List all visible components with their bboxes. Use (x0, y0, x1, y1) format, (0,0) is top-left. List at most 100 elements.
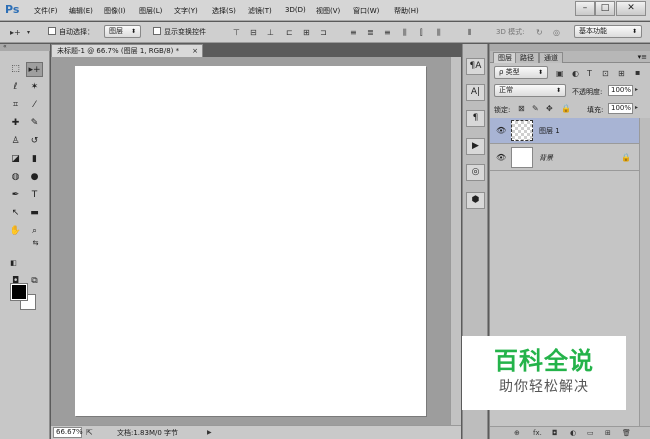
rectangle-tool-icon[interactable]: ▬ (26, 206, 43, 221)
default-colors-icon[interactable]: ◧ (5, 256, 22, 271)
panel-menu-icon[interactable]: ▾≡ (638, 53, 647, 61)
align-left-icon[interactable]: ⊏ (286, 28, 293, 38)
distribute-hcenter-icon[interactable]: ⫿ (420, 28, 423, 38)
layer-style-icon[interactable]: fx. (533, 429, 542, 437)
fill-dropdown-icon[interactable]: ▸ (635, 103, 638, 113)
lock-position-icon[interactable]: ✥ (546, 104, 553, 114)
share-icon[interactable]: ⇱ (86, 428, 93, 438)
visibility-eye-icon[interactable]: 👁 (496, 126, 506, 135)
tab-paths[interactable]: 路径 (515, 52, 539, 63)
clone-stamp-tool-icon[interactable]: ♙ (7, 134, 24, 149)
align-hcenter-icon[interactable]: ⊞ (303, 28, 310, 38)
3d-roll-icon[interactable]: ◎ (553, 28, 560, 38)
lasso-tool-icon[interactable]: ℓ (7, 80, 24, 95)
healing-brush-tool-icon[interactable]: ✚ (7, 116, 24, 131)
opacity-dropdown-icon[interactable]: ▸ (635, 85, 638, 95)
delete-layer-icon[interactable]: 🗑 (622, 429, 631, 437)
blend-mode-dropdown[interactable]: 正常 ⬍ (494, 84, 566, 97)
align-bottom-icon[interactable]: ⊥ (267, 28, 274, 38)
character-panel-icon[interactable]: ¶A (466, 58, 485, 75)
eyedropper-tool-icon[interactable]: ⁄ (26, 98, 43, 113)
foreground-color-swatch[interactable] (10, 283, 28, 301)
magic-wand-tool-icon[interactable]: ✶ (26, 80, 43, 95)
move-tool-icon[interactable]: ▸+ (26, 62, 43, 77)
chevron-down-icon[interactable]: ▾ (27, 28, 30, 38)
show-transform-checkbox[interactable]: 显示变换控件 (153, 27, 206, 37)
zoom-level-field[interactable]: 66.67% (53, 427, 83, 438)
align-top-icon[interactable]: ⊤ (233, 28, 240, 38)
link-layers-icon[interactable]: ⊕ (514, 429, 520, 437)
menu-edit[interactable]: 编辑(E) (69, 6, 93, 16)
align-vcenter-icon[interactable]: ⊟ (250, 28, 257, 38)
minimize-button[interactable]: – (575, 1, 595, 16)
swap-colors-icon[interactable]: ⇆ (27, 236, 44, 251)
opacity-field[interactable]: 100% (608, 85, 633, 96)
filter-adjustment-icon[interactable]: ◐ (572, 69, 579, 79)
dodge-tool-icon[interactable]: ● (26, 170, 43, 185)
lock-transparent-icon[interactable]: ⊠ (518, 104, 525, 114)
checkbox-icon[interactable] (48, 27, 56, 35)
filter-toggle-icon[interactable]: ▪ (635, 68, 640, 78)
brush-tool-icon[interactable]: ✎ (26, 116, 43, 131)
3d-panel-icon[interactable]: ⬢ (466, 192, 485, 209)
fill-field[interactable]: 100% (608, 103, 633, 114)
filter-type-icon[interactable]: T (587, 69, 592, 79)
menu-image[interactable]: 图像(I) (104, 6, 126, 16)
document-tab[interactable]: 未标题-1 @ 66.7% (图层 1, RGB/8) * × (51, 44, 203, 57)
filter-shape-icon[interactable]: ⊡ (602, 69, 609, 79)
layer-row[interactable]: 👁 图层 1 (490, 118, 639, 144)
panel-collapse-handle[interactable]: « (0, 44, 50, 51)
status-menu-arrow-icon[interactable]: ▶ (207, 428, 212, 438)
path-selection-tool-icon[interactable]: ↖ (7, 206, 24, 221)
visibility-eye-icon[interactable]: 👁 (496, 153, 506, 162)
gradient-tool-icon[interactable]: ▮ (26, 152, 43, 167)
distribute-right-icon[interactable]: ⫼ (437, 28, 441, 38)
menu-help[interactable]: 帮助(H) (394, 6, 419, 16)
3d-rotate-icon[interactable]: ↻ (536, 28, 543, 38)
marquee-tool-icon[interactable]: ⬚ (7, 62, 24, 77)
layers-scrollbar[interactable] (639, 118, 650, 426)
menu-file[interactable]: 文件(F) (34, 6, 58, 16)
new-layer-icon[interactable]: ⊞ (605, 429, 611, 437)
menu-3d[interactable]: 3D(D) (285, 6, 306, 14)
distribute-bottom-icon[interactable]: ≡ (384, 28, 391, 38)
menu-window[interactable]: 窗口(W) (353, 6, 379, 16)
history-brush-tool-icon[interactable]: ↺ (26, 134, 43, 149)
layer-row[interactable]: 👁 背景 🔒 (490, 145, 639, 171)
auto-select-dropdown[interactable]: 图层 ⬍ (104, 25, 141, 38)
filter-pixel-icon[interactable]: ▣ (556, 69, 564, 79)
type-panel-icon[interactable]: A| (466, 84, 485, 101)
lock-image-icon[interactable]: ✎ (532, 104, 539, 114)
tab-channels[interactable]: 通道 (539, 52, 563, 63)
layer-filter-dropdown[interactable]: ρ 类型 ⬍ (494, 66, 548, 79)
actions-panel-icon[interactable]: ▶ (466, 138, 485, 155)
screen-mode-icon[interactable]: ⧉ (26, 274, 43, 289)
distribute-top-icon[interactable]: ≡ (350, 28, 357, 38)
menu-type[interactable]: 文字(Y) (174, 6, 198, 16)
auto-align-icon[interactable]: ⦀ (468, 28, 472, 38)
adjustment-layer-icon[interactable]: ◐ (570, 429, 576, 437)
align-right-icon[interactable]: ⊐ (320, 28, 327, 38)
add-mask-icon[interactable]: ◘ (552, 429, 558, 437)
menu-select[interactable]: 选择(S) (212, 6, 236, 16)
move-tool-preset-icon[interactable]: ▸+ (10, 28, 21, 38)
lock-all-icon[interactable]: 🔒 (561, 104, 571, 114)
crop-tool-icon[interactable]: ⌗ (7, 98, 24, 113)
eraser-tool-icon[interactable]: ◪ (7, 152, 24, 167)
styles-panel-icon[interactable]: ◎ (466, 164, 485, 181)
new-group-icon[interactable]: ▭ (587, 429, 594, 437)
close-tab-icon[interactable]: × (192, 45, 198, 57)
filter-smart-object-icon[interactable]: ⊞ (618, 69, 625, 79)
maximize-button[interactable]: □ (595, 1, 615, 16)
distribute-left-icon[interactable]: ⫼ (403, 28, 407, 38)
pen-tool-icon[interactable]: ✒ (7, 188, 24, 203)
menu-filter[interactable]: 滤镜(T) (248, 6, 272, 16)
auto-select-checkbox[interactable]: 自动选择： (48, 27, 94, 37)
document-canvas[interactable] (75, 66, 426, 416)
type-tool-icon[interactable]: T (26, 188, 43, 203)
workspace-dropdown[interactable]: 基本功能 ⬍ (574, 25, 642, 38)
hand-tool-icon[interactable]: ✋ (7, 224, 24, 239)
vertical-scrollbar[interactable] (450, 57, 461, 425)
paragraph-panel-icon[interactable]: ¶ (466, 110, 485, 127)
close-button[interactable]: ✕ (616, 1, 646, 16)
